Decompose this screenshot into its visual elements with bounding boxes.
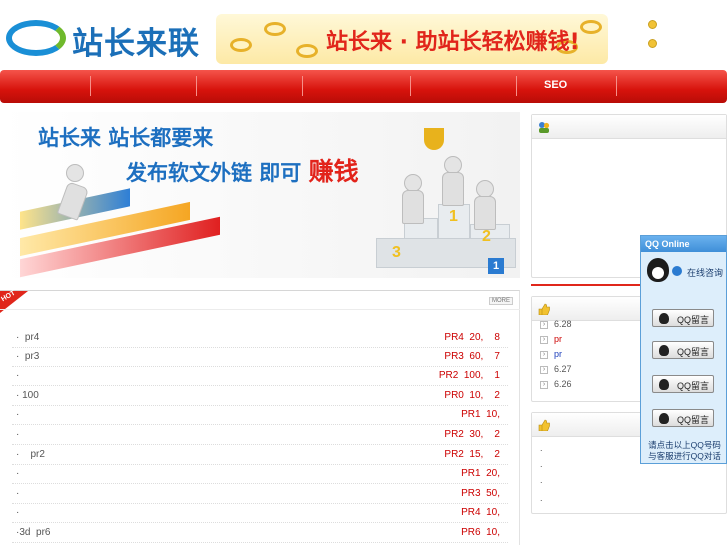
news-row-price: PR2 30, 2: [444, 429, 500, 440]
top-ad-banner[interactable]: 站长来 · 助站长轻松赚钱!: [216, 14, 608, 64]
news-row-title: ·: [16, 409, 20, 420]
qq-message-button[interactable]: QQ留言: [652, 409, 714, 427]
news-row-title: ·: [16, 468, 20, 479]
nav-separator: [196, 76, 197, 96]
news-row-price: PR4 20, 8: [444, 332, 500, 343]
news-row-price: PR1 20,: [461, 468, 500, 479]
qq-penguin-icon: [647, 258, 669, 282]
hero-title-line2-highlight: 赚钱: [308, 157, 359, 186]
news-row[interactable]: · pr3 PR3 60, 7: [12, 348, 508, 367]
qq-message-button[interactable]: QQ留言: [652, 309, 714, 327]
news-list-panel: HOT MORE · pr4 PR4 20, 8 · pr3 PR3 60, 7 ·…: [0, 290, 520, 545]
news-row-price: PR0 10, 2: [444, 390, 500, 401]
thumbs-up-icon: [538, 303, 550, 315]
qq-panel-title: QQ Online: [641, 236, 726, 252]
qq-message-button[interactable]: QQ留言: [652, 375, 714, 393]
list-item[interactable]: .: [540, 475, 543, 485]
news-row[interactable]: · PR1 10,: [12, 406, 508, 425]
bullet-dot-icon: [648, 20, 657, 29]
news-row[interactable]: · PR4 10,: [12, 504, 508, 523]
coin-icon: [264, 22, 286, 36]
news-row-price: PR3 60, 7: [444, 351, 500, 362]
winner-body-shape: [442, 172, 464, 206]
divider: [0, 309, 520, 310]
qq-consult[interactable]: 在线咨询: [647, 258, 723, 284]
list-item[interactable]: › 6.27: [540, 364, 572, 374]
logo-ring-icon: [6, 20, 66, 56]
news-row-price: PR2 15, 2: [444, 449, 500, 460]
news-row[interactable]: · PR3 50,: [12, 485, 508, 504]
news-row-title: · pr3: [16, 351, 40, 362]
news-row-price: PR6 10,: [461, 527, 500, 538]
chevron-right-icon: ›: [540, 350, 548, 359]
chevron-down-icon: [672, 266, 682, 276]
chevron-right-icon: ›: [540, 380, 548, 389]
podium-number: 1: [449, 208, 458, 225]
news-row-price: PR4 10,: [461, 507, 500, 518]
podium-number: 3: [392, 244, 401, 261]
list-item[interactable]: › 6.28: [540, 319, 572, 329]
hero-title-line2-prefix: 发布软文外链 即可: [126, 160, 302, 185]
qq-consult-label: 在线咨询: [687, 268, 724, 278]
news-row[interactable]: · PR1 20,: [12, 465, 508, 484]
list-item[interactable]: .: [540, 459, 543, 469]
qq-message-button[interactable]: QQ留言: [652, 341, 714, 359]
list-item[interactable]: › pr: [540, 334, 562, 344]
figure-body-shape: [402, 190, 424, 224]
news-row[interactable]: ·3d pr6 PR6 10,: [12, 524, 508, 543]
coin-icon: [296, 44, 318, 58]
news-row[interactable]: · PR2 100, 1: [12, 367, 508, 386]
news-row-title: ·3d pr6: [16, 527, 51, 538]
news-row-title: ·: [16, 370, 20, 381]
hero-title-line2: 发布软文外链 即可 赚钱: [126, 152, 359, 188]
banner-page-badge[interactable]: 1: [488, 258, 504, 274]
nav-item-seo[interactable]: SEO: [544, 79, 567, 91]
qq-footer-line2: 与客服进行QQ对话: [648, 451, 721, 461]
news-row-title: · 100: [16, 390, 39, 401]
chevron-right-icon: ›: [540, 335, 548, 344]
main-navbar: SEO: [0, 70, 727, 103]
users-icon: [539, 122, 550, 133]
top-banner-text: 站长来 · 助站长轻松赚钱!: [326, 30, 580, 55]
hero-title-line1: 站长来 站长都要来: [38, 125, 214, 150]
podium-number: 2: [482, 228, 491, 245]
news-row-title: ·: [16, 507, 20, 518]
news-row[interactable]: · 100 PR0 10, 2: [12, 387, 508, 406]
news-row-title: · pr2: [16, 449, 45, 460]
figure-body-shape: [474, 196, 496, 230]
nav-separator: [516, 76, 517, 96]
news-row[interactable]: · pr4 PR4 20, 8: [12, 329, 508, 348]
news-row[interactable]: · PR2 30, 2: [12, 426, 508, 445]
site-logo[interactable]: 站长来联盟: [6, 16, 202, 107]
coin-icon: [230, 38, 252, 52]
nav-separator: [90, 76, 91, 96]
qq-panel-footer: 请点击以上QQ号码 与客服进行QQ对话: [643, 440, 726, 462]
news-row-title: ·: [16, 488, 20, 499]
news-row-price: PR3 50,: [461, 488, 500, 499]
runner-figure-icon: [66, 164, 84, 182]
chevron-right-icon: ›: [540, 365, 548, 374]
list-item[interactable]: › pr: [540, 349, 562, 359]
right-panel-header: [532, 115, 726, 139]
more-button[interactable]: MORE: [489, 297, 513, 305]
news-row-price: PR2 100, 1: [438, 370, 500, 381]
news-row-title: · pr4: [16, 332, 40, 343]
thumbs-up-icon: [538, 419, 550, 431]
nav-separator: [616, 76, 617, 96]
list-item[interactable]: › 6.26: [540, 379, 572, 389]
news-row[interactable]: · pr2 PR2 15, 2: [12, 446, 508, 465]
nav-separator: [410, 76, 411, 96]
accent-line: [531, 284, 641, 286]
list-item[interactable]: .: [540, 443, 543, 453]
news-row-title: ·: [16, 429, 20, 440]
trophy-icon: [424, 128, 444, 150]
list-item[interactable]: .: [540, 493, 543, 503]
coin-icon: [580, 20, 602, 34]
news-row-price: PR1 10,: [461, 409, 500, 420]
bullet-dot-icon: [648, 39, 657, 48]
nav-separator: [302, 76, 303, 96]
chevron-right-icon: ›: [540, 320, 548, 329]
qq-footer-line1: 请点击以上QQ号码: [648, 440, 721, 450]
qq-online-panel: QQ Online 在线咨询 QQ留言 QQ留言 QQ留言 QQ留言 请点击以上…: [640, 235, 727, 464]
